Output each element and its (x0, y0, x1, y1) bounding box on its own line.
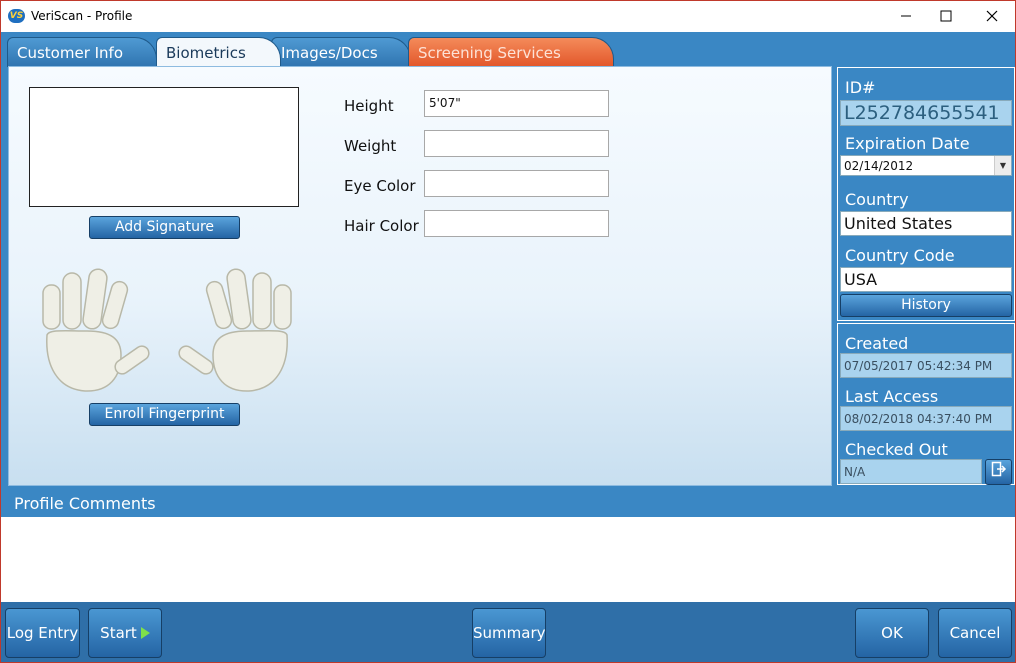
history-button[interactable]: History (840, 294, 1012, 317)
enroll-fingerprint-button[interactable]: Enroll Fingerprint (89, 403, 240, 426)
id-label: ID# (845, 78, 876, 97)
tab-images-docs[interactable]: Images/Docs (271, 37, 411, 67)
hair-color-label: Hair Color (344, 217, 419, 235)
last-access-label: Last Access (845, 387, 939, 406)
created-label: Created (845, 334, 909, 353)
start-button[interactable]: Start (88, 608, 162, 658)
height-input[interactable]: 5'07" (424, 90, 609, 117)
checkout-button[interactable] (985, 459, 1012, 485)
maximize-button[interactable] (923, 1, 969, 32)
cancel-button[interactable]: Cancel (938, 608, 1012, 658)
close-icon (986, 10, 998, 22)
eye-color-input[interactable] (424, 170, 609, 197)
hair-color-input[interactable] (424, 210, 609, 237)
country-code-value[interactable]: USA (840, 267, 1012, 292)
created-value: 07/05/2017 05:42:34 PM (840, 353, 1012, 378)
eye-color-label: Eye Color (344, 177, 416, 195)
country-code-label: Country Code (845, 246, 955, 265)
ok-button[interactable]: OK (855, 608, 929, 658)
checked-out-label: Checked Out (845, 440, 948, 459)
expiration-date-value: 02/14/2012 (844, 159, 914, 173)
hands-icon[interactable] (37, 267, 297, 397)
country-value[interactable]: United States (840, 211, 1012, 236)
weight-label: Weight (344, 137, 397, 155)
title-bar: VS VeriScan - Profile (1, 1, 1015, 32)
play-icon (140, 627, 150, 639)
id-panel: ID# L252784655541 Expiration Date 02/14/… (837, 67, 1015, 321)
status-panel: Created 07/05/2017 05:42:34 PM Last Acce… (837, 323, 1015, 485)
chevron-down-icon[interactable]: ▼ (994, 156, 1011, 175)
log-entry-button[interactable]: Log Entry (5, 608, 80, 658)
minimize-icon (901, 15, 911, 17)
window-title: VeriScan - Profile (31, 9, 133, 23)
profile-comments-header: Profile Comments (1, 490, 1015, 517)
tab-screening-services[interactable]: Screening Services (408, 37, 614, 67)
last-access-value: 08/02/2018 04:37:40 PM (840, 406, 1012, 431)
start-label: Start (100, 624, 137, 642)
country-label: Country (845, 190, 909, 209)
checked-out-value: N/A (840, 459, 982, 484)
exit-icon (991, 461, 1006, 477)
biometrics-panel: Add Signature Enroll Fingerprint Height … (8, 66, 832, 486)
tab-strip: Customer Info Images/Docs Screening Serv… (1, 32, 1015, 68)
signature-box (29, 87, 299, 207)
id-value: L252784655541 (840, 100, 1012, 126)
tab-biometrics[interactable]: Biometrics (156, 37, 281, 68)
close-button[interactable] (969, 1, 1015, 32)
profile-window: VS VeriScan - Profile Customer Info Imag… (0, 0, 1016, 663)
profile-comments-textarea[interactable] (1, 517, 1015, 602)
expiration-date-label: Expiration Date (845, 134, 970, 153)
height-label: Height (344, 97, 394, 115)
tab-customer-info[interactable]: Customer Info (7, 37, 157, 67)
veriscan-logo-icon: VS (8, 9, 25, 23)
expiration-date-select[interactable]: 02/14/2012 ▼ (840, 155, 1012, 176)
maximize-icon (940, 10, 952, 22)
footer-bar: Log Entry Start Summary OK Cancel (1, 602, 1015, 662)
add-signature-button[interactable]: Add Signature (89, 216, 240, 239)
summary-button[interactable]: Summary (472, 608, 546, 658)
weight-input[interactable] (424, 130, 609, 157)
